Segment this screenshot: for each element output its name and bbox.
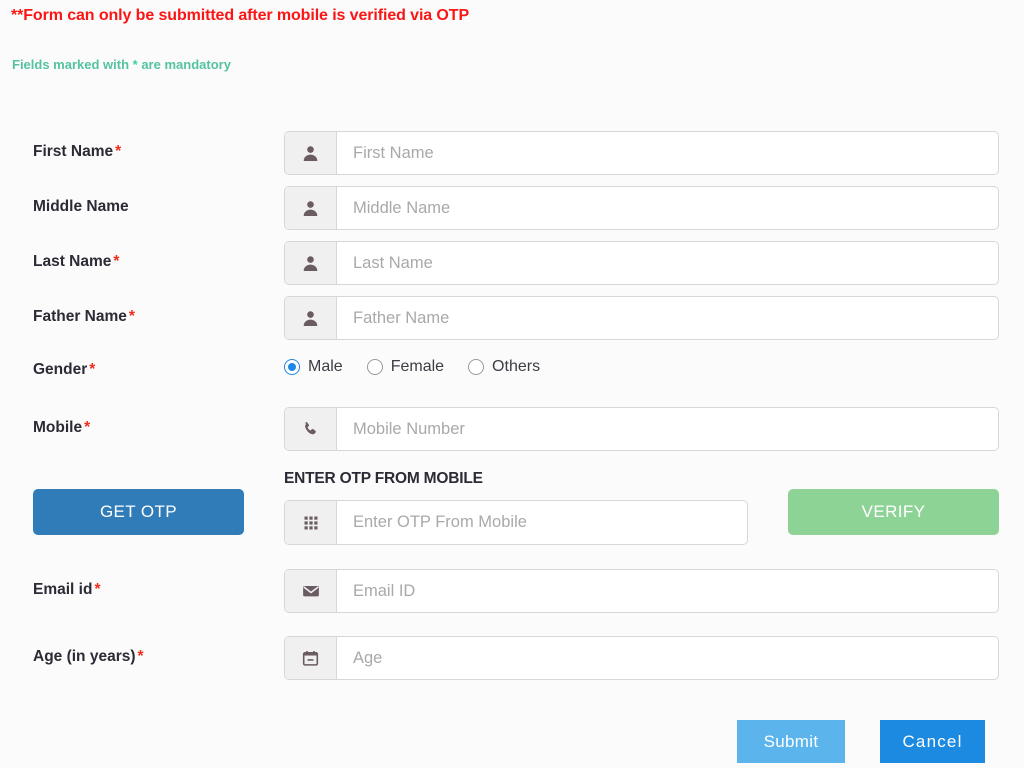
- input-group-middle-name: [284, 186, 999, 230]
- required-asterisk: *: [115, 143, 122, 160]
- label-last-name: Last Name *: [33, 253, 120, 270]
- required-asterisk: *: [128, 308, 135, 325]
- verify-otp-button[interactable]: VERIFY: [788, 489, 999, 535]
- radio-male-indicator[interactable]: [284, 359, 300, 375]
- last-name-input[interactable]: [337, 242, 998, 284]
- email-input[interactable]: [337, 570, 998, 612]
- envelope-icon: [285, 570, 337, 612]
- user-icon: [285, 242, 337, 284]
- otp-input[interactable]: [337, 501, 747, 544]
- required-asterisk: *: [94, 581, 101, 598]
- gender-option-others-label: Others: [492, 358, 541, 375]
- gender-option-male-label: Male: [308, 358, 343, 375]
- input-group-age: [284, 636, 999, 680]
- required-asterisk: *: [137, 648, 144, 665]
- input-group-father-name: [284, 296, 999, 340]
- registration-form: First Name* Middle Name Last Name* Fat: [0, 0, 1024, 768]
- keypad-grid-icon: [285, 501, 337, 544]
- label-age: Age (in years) *: [33, 648, 144, 665]
- gender-option-male[interactable]: Male: [284, 358, 343, 376]
- user-icon: [285, 297, 337, 339]
- required-asterisk: *: [84, 419, 91, 436]
- get-otp-button[interactable]: GET OTP: [33, 489, 244, 535]
- input-group-first-name: [284, 131, 999, 175]
- label-first-name: First Name *: [33, 143, 122, 160]
- input-group-mobile: [284, 407, 999, 451]
- user-icon: [285, 132, 337, 174]
- label-email: Email id *: [33, 581, 101, 598]
- first-name-input[interactable]: [337, 132, 998, 174]
- input-group-last-name: [284, 241, 999, 285]
- gender-radio-group: Male Female Others: [284, 358, 564, 376]
- label-middle-name: Middle Name: [33, 198, 129, 215]
- input-group-otp: [284, 500, 748, 545]
- cancel-button[interactable]: Cancel: [880, 720, 985, 763]
- mobile-input[interactable]: [337, 408, 998, 450]
- phone-icon: [285, 408, 337, 450]
- required-asterisk: *: [89, 361, 96, 378]
- user-icon: [285, 187, 337, 229]
- gender-option-female[interactable]: Female: [366, 358, 445, 376]
- radio-female-indicator[interactable]: [366, 359, 383, 375]
- gender-option-female-label: Female: [390, 358, 445, 375]
- age-input[interactable]: [337, 637, 998, 679]
- label-father-name: Father Name *: [33, 308, 135, 325]
- label-gender: Gender *: [33, 361, 96, 378]
- calendar-icon: [285, 637, 337, 679]
- father-name-input[interactable]: [337, 297, 998, 339]
- otp-section-title: ENTER OTP FROM MOBILE: [284, 470, 483, 487]
- gender-option-others[interactable]: Others: [468, 358, 540, 376]
- required-asterisk: *: [113, 253, 120, 270]
- input-group-email: [284, 569, 999, 613]
- label-mobile: Mobile *: [33, 419, 91, 436]
- submit-button[interactable]: Submit: [737, 720, 845, 763]
- radio-others-indicator[interactable]: [468, 359, 485, 375]
- middle-name-input[interactable]: [337, 187, 998, 229]
